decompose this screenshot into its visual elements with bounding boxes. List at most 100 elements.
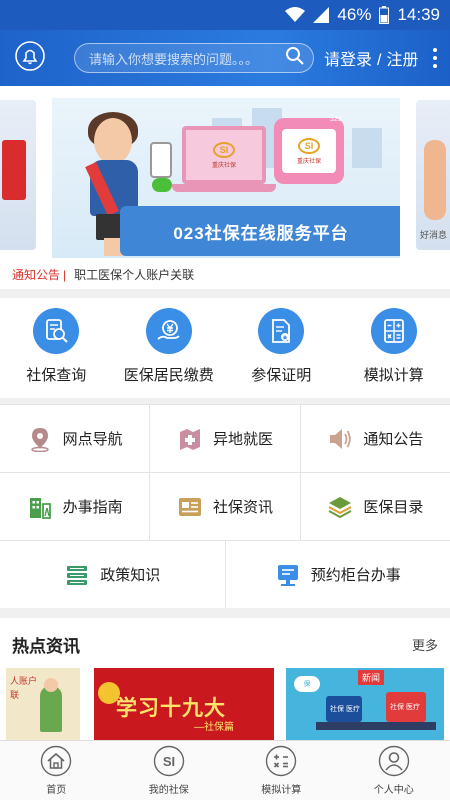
tab-label: 首页 [46, 785, 67, 796]
banner-carousel[interactable]: SI 重庆社保 SI 重庆社保 323 023社保在线服务平台 好消息 [0, 86, 450, 260]
thumb3-label-a: 社保 医疗 [330, 706, 360, 713]
notice-separator: | [63, 267, 67, 282]
notice-ticker[interactable]: 通知公告 | 职工医保个人账户关联 [0, 260, 450, 290]
book-stack-icon [64, 562, 90, 588]
grid-item-outlet-navigation[interactable]: 网点导航 [0, 405, 151, 472]
login-link[interactable]: 请登录 [324, 52, 372, 69]
home-icon [40, 745, 72, 777]
hot-news-thumbnails: 人账户 联 学习十九大 —社保篇 新闻 保 社保 医疗 社保 医疗 [0, 668, 450, 740]
thumb1-text2: 联 [10, 690, 20, 700]
tab-label: 我的社保 [148, 785, 189, 796]
hot-news-more-link[interactable]: 更多 [412, 635, 438, 654]
notice-text[interactable]: 职工医保个人账户关联 [74, 266, 194, 283]
news-icon [177, 494, 203, 520]
tab-label: 模拟计算 [261, 785, 302, 796]
logo-text-tv: 重庆社保 [296, 158, 321, 165]
medical-map-icon [177, 426, 203, 452]
grid-row: 办事指南 社保资讯 医保目录 [0, 472, 450, 540]
si-logo-icon: SI [213, 141, 235, 158]
app-header: 请输入你想要搜索的问题。。。 请登录 / 注册 [0, 30, 450, 86]
tv-illustration: SI 重庆社保 [274, 118, 344, 184]
grid-item-notice[interactable]: 通知公告 [301, 405, 450, 472]
tab-my-social-security[interactable]: SI 我的社保 [124, 745, 214, 796]
search-icon[interactable] [285, 46, 305, 71]
calculator-icon [265, 745, 297, 777]
service-social-security-query[interactable]: 社保查询 [0, 308, 112, 385]
user-icon [378, 745, 410, 777]
banner-title: 023社保在线服务平台 [173, 223, 349, 243]
si-logo-icon: SI [153, 745, 185, 777]
search-bar[interactable]: 请输入你想要搜索的问题。。。 [74, 43, 314, 73]
magnifier-doc-icon [33, 308, 80, 354]
wifi-icon [285, 7, 306, 23]
notice-label: 通知公告 [12, 268, 61, 282]
speaker-icon [327, 426, 353, 452]
service-insurance-certificate[interactable]: 参保证明 [225, 308, 337, 385]
more-menu-button[interactable] [430, 48, 440, 68]
banner-slide[interactable]: SI 重庆社保 SI 重庆社保 323 023社保在线服务平台 [52, 98, 400, 258]
signal-icon [313, 7, 330, 23]
certificate-icon [258, 308, 305, 354]
laptop-illustration: SI 重庆社保 [182, 126, 266, 184]
grid-item-social-security-news[interactable]: 社保资讯 [150, 473, 301, 540]
grid-item-label: 医保目录 [363, 499, 424, 516]
news-thumbnail-3[interactable]: 新闻 保 社保 医疗 社保 医疗 [286, 668, 444, 740]
thumb3-bubble: 保 [294, 676, 320, 692]
calculator-icon [370, 308, 417, 354]
thumb2-subtitle: —社保篇 [194, 722, 234, 733]
next-banner-peek[interactable]: 好消息 [416, 100, 450, 250]
thumb3-tag: 新闻 [358, 670, 385, 685]
prev-banner-peek[interactable] [0, 100, 36, 250]
grid-item-service-guide[interactable]: 办事指南 [0, 473, 151, 540]
service-label: 医保居民缴费 [123, 367, 214, 384]
yuan-hand-icon [145, 308, 192, 354]
tab-simulated-calculation[interactable]: 模拟计算 [236, 745, 326, 796]
grid-item-remote-medical[interactable]: 异地就医 [150, 405, 301, 472]
clock-time: 14:39 [397, 5, 440, 24]
grid-item-label: 通知公告 [363, 431, 424, 448]
grid-item-label: 网点导航 [62, 431, 123, 448]
counter-icon [275, 562, 301, 588]
login-separator: / [377, 52, 382, 69]
building-guide-icon [27, 494, 53, 520]
news-thumbnail-2[interactable]: 学习十九大 —社保篇 [94, 668, 274, 740]
notification-bell-button[interactable] [8, 36, 52, 80]
news-thumbnail-1[interactable]: 人账户 联 [6, 668, 80, 740]
main-services: 社保查询 医保居民缴费 参保证明 模拟计算 [0, 298, 450, 398]
bell-icon [14, 40, 46, 77]
function-grid: 网点导航 异地就医 通知公告 办事指南 社保资讯 医保目录 政策知识 预约柜台办… [0, 404, 450, 608]
location-pin-icon [27, 426, 53, 452]
search-input[interactable]: 请输入你想要搜索的问题。。。 [89, 49, 285, 68]
grid-item-counter-appointment[interactable]: 预约柜台办事 [226, 541, 450, 608]
hot-news-section: 热点资讯 更多 人账户 联 学习十九大 —社保篇 新闻 保 社保 医疗 社保 医… [0, 618, 450, 740]
battery-percent: 46% [337, 5, 372, 24]
bottom-tab-bar: 首页 SI 我的社保 模拟计算 个人中心 [0, 740, 450, 800]
service-medical-payment[interactable]: 医保居民缴费 [113, 308, 225, 385]
tab-home[interactable]: 首页 [11, 745, 101, 796]
grid-item-label: 异地就医 [212, 431, 273, 448]
service-label: 社保查询 [26, 367, 87, 384]
grid-item-medical-catalog[interactable]: 医保目录 [301, 473, 450, 540]
grid-item-policy-knowledge[interactable]: 政策知识 [0, 541, 226, 608]
service-simulated-calculation[interactable]: 模拟计算 [338, 308, 450, 385]
grid-item-label: 政策知识 [100, 567, 161, 584]
banner-desk: 023社保在线服务平台 [120, 206, 400, 256]
logo-text: 重庆社保 [211, 162, 236, 169]
thumb1-text: 人账户 [10, 676, 38, 686]
si-logo-icon-tv: SI [298, 137, 320, 154]
battery-icon [379, 6, 390, 24]
layers-icon [327, 494, 353, 520]
login-register: 请登录 / 注册 [324, 46, 418, 70]
register-link[interactable]: 注册 [386, 52, 418, 69]
service-label: 模拟计算 [363, 367, 424, 384]
grid-row: 网点导航 异地就医 通知公告 [0, 404, 450, 472]
grid-item-label: 预约柜台办事 [310, 567, 401, 584]
status-bar: 46% 14:39 [0, 0, 450, 30]
grid-row: 政策知识 预约柜台办事 [0, 540, 450, 608]
hot-news-title: 热点资讯 [12, 637, 80, 656]
next-banner-label: 好消息 [420, 230, 448, 240]
grid-item-label: 社保资讯 [212, 499, 273, 516]
thumb3-label-b: 社保 医疗 [390, 704, 420, 711]
tab-personal-center[interactable]: 个人中心 [349, 745, 439, 796]
tab-label: 个人中心 [373, 785, 414, 796]
